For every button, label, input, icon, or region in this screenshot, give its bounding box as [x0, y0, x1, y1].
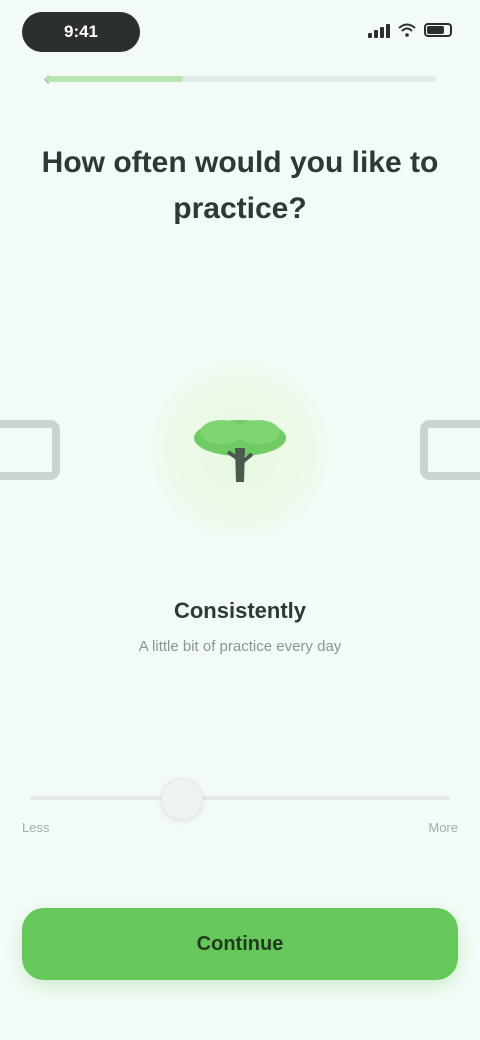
frequency-slider[interactable]: Less More [22, 768, 458, 848]
calendar-icon [0, 420, 60, 480]
battery-icon [424, 23, 452, 37]
continue-button[interactable]: Continue [22, 908, 458, 980]
option-carousel [0, 360, 480, 540]
slider-max-label: More [428, 820, 458, 835]
status-icons [368, 22, 452, 38]
status-time: 9:41 [22, 12, 140, 52]
slider-track[interactable] [30, 796, 450, 800]
calendar-icon [420, 420, 480, 480]
option-card-previous[interactable] [0, 390, 70, 510]
tree-icon [194, 420, 286, 482]
option-card-selected[interactable] [150, 360, 330, 540]
slider-min-label: Less [22, 820, 50, 835]
progress-fill [46, 76, 183, 82]
option-description: A little bit of practice every day [138, 638, 342, 655]
wifi-icon [398, 23, 416, 37]
option-title: Consistently [173, 598, 307, 623]
option-card-next[interactable] [410, 390, 480, 510]
onboarding-progress [46, 76, 436, 82]
signal-icon [368, 22, 390, 38]
status-bar: 9:41 [0, 0, 480, 64]
page-title: How often would you like to practice? [41, 146, 439, 225]
slider-thumb[interactable] [161, 778, 204, 820]
